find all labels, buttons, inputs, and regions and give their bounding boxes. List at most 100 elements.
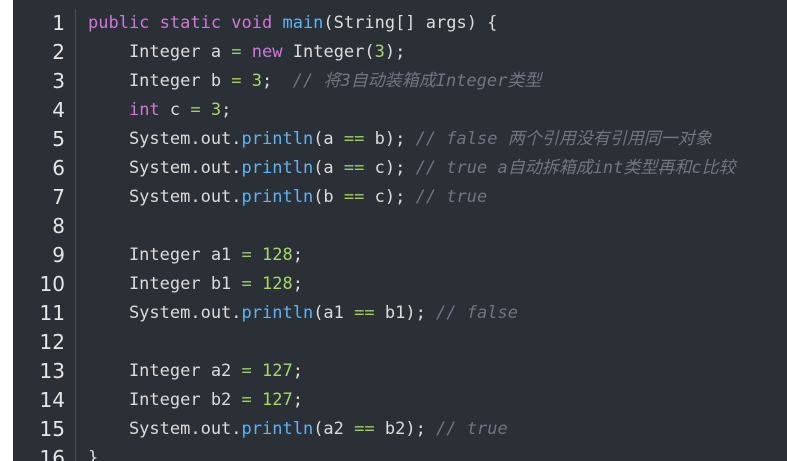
code-text: public static void main(String[] args) { [88,9,497,38]
text-token: (a2 [313,419,355,439]
operator-token: = [241,390,252,410]
code-text: } [88,444,98,461]
comment-token: // true [436,419,508,439]
code-line[interactable]: 10 Integer b1 = 128; [13,270,787,299]
code-line[interactable]: 7 System.out.println(b == c); // true [13,183,787,212]
code-text: System.out.println(a2 == b2); // true [88,415,508,444]
code-line[interactable]: 6 System.out.println(a == c); // true a自… [13,154,787,183]
comment-token: // false 两个引用没有引用同一对象 [415,129,712,149]
code-editor[interactable]: 1 public static void main(String[] args) … [13,0,787,461]
text-token: (a [313,129,344,149]
line-number: 7 [52,185,65,209]
code-line[interactable]: 11 System.out.println(a1 == b1); // fals… [13,299,787,328]
number-token: 3 [210,100,222,120]
code-text: System.out.println(b == c); // true [88,183,487,212]
text-token: ; [292,274,303,294]
line-number: 9 [52,243,65,267]
code-text: System.out.println(a1 == b1); // false [88,299,518,328]
code-line[interactable]: 2 Integer a = new Integer(3); [13,38,787,67]
code-line[interactable]: 13 Integer a2 = 127; [13,357,787,386]
code-line[interactable]: 12 [13,328,787,357]
code-line[interactable]: 4 int c = 3; [13,96,787,125]
text-token: } [88,448,99,461]
keyword-token: public static void [88,13,283,33]
keyword-token: new [251,42,283,62]
text-token: c); [364,158,416,178]
operator-token: = [231,42,242,62]
line-number: 14 [39,388,65,412]
code-line[interactable]: 14 Integer b2 = 127; [13,386,787,415]
function-token: println [241,187,314,207]
text-token: b2); [374,419,437,439]
comment-token: // true a自动拆箱成int类型再和c比较 [415,158,736,178]
text-token: ; [292,361,303,381]
text-token: ; [221,100,232,120]
code-text: System.out.println(a == c); // true a自动拆… [88,154,736,183]
operator-token: = [190,100,201,120]
keyword-token: int [128,100,160,120]
text-token: System.out. [88,129,242,149]
text-token: Integer a2 [88,361,242,381]
comment-token: // true [415,187,488,207]
function-token: println [241,419,314,439]
operator-token: = [241,245,252,265]
line-number: 12 [39,330,65,354]
function-token: println [241,158,314,178]
number-token: 3 [374,42,385,62]
operator-token: = [241,274,252,294]
code-line[interactable]: 15 System.out.println(a2 == b2); // true [13,415,787,444]
function-token: println [241,129,314,149]
number-token: 128 [262,274,293,294]
text-token: b); [364,129,416,149]
text-token: Integer( [282,42,375,62]
text-token: ; [292,390,303,410]
code-line[interactable]: 5 System.out.println(a == b); // false 两… [13,125,787,154]
line-number: 2 [52,40,65,64]
function-token: main [282,13,324,33]
code-text: Integer b1 = 128; [88,270,303,299]
text-token: Integer b [88,71,232,91]
code-line[interactable]: 9 Integer a1 = 128; [13,241,787,270]
number-token: 3 [251,71,263,91]
code-line[interactable]: 16} [13,444,787,461]
operator-token: == [343,129,365,149]
code-text: int c = 3; [88,96,231,125]
text-token: Integer b2 [88,390,242,410]
text-token: Integer a [88,42,232,62]
line-number: 6 [52,156,65,180]
operator-token: == [354,419,375,439]
text-token: (a [313,158,344,178]
operator-token: = [231,71,242,91]
operator-token: == [343,187,365,207]
text-token: ); [384,42,406,62]
line-number: 10 [39,272,65,296]
operator-token: == [354,303,375,323]
line-number: 5 [52,127,65,151]
comment-token: // false [436,303,518,323]
operator-token: = [241,361,252,381]
line-number: 1 [52,11,65,35]
code-text: System.out.println(a == b); // false 两个引… [88,125,712,154]
code-text: Integer a = new Integer(3); [88,38,405,67]
text-token: c [159,100,191,120]
line-number: 13 [39,359,65,383]
code-line[interactable]: 8 [13,212,787,241]
code-text: Integer b2 = 127; [88,386,303,415]
text-token: System.out. [88,187,242,207]
line-number: 4 [52,98,65,122]
number-token: 127 [262,361,293,381]
number-token: 127 [262,390,293,410]
operator-token: == [343,158,365,178]
text-token: System.out. [88,303,242,323]
line-number: 16 [39,446,65,461]
code-line[interactable]: 3 Integer b = 3; // 将3自动装箱成Integer类型 [13,67,787,96]
code-text: Integer b = 3; // 将3自动装箱成Integer类型 [88,67,541,96]
text-token: (b [313,187,344,207]
code-line[interactable]: 1 public static void main(String[] args) … [13,9,787,38]
